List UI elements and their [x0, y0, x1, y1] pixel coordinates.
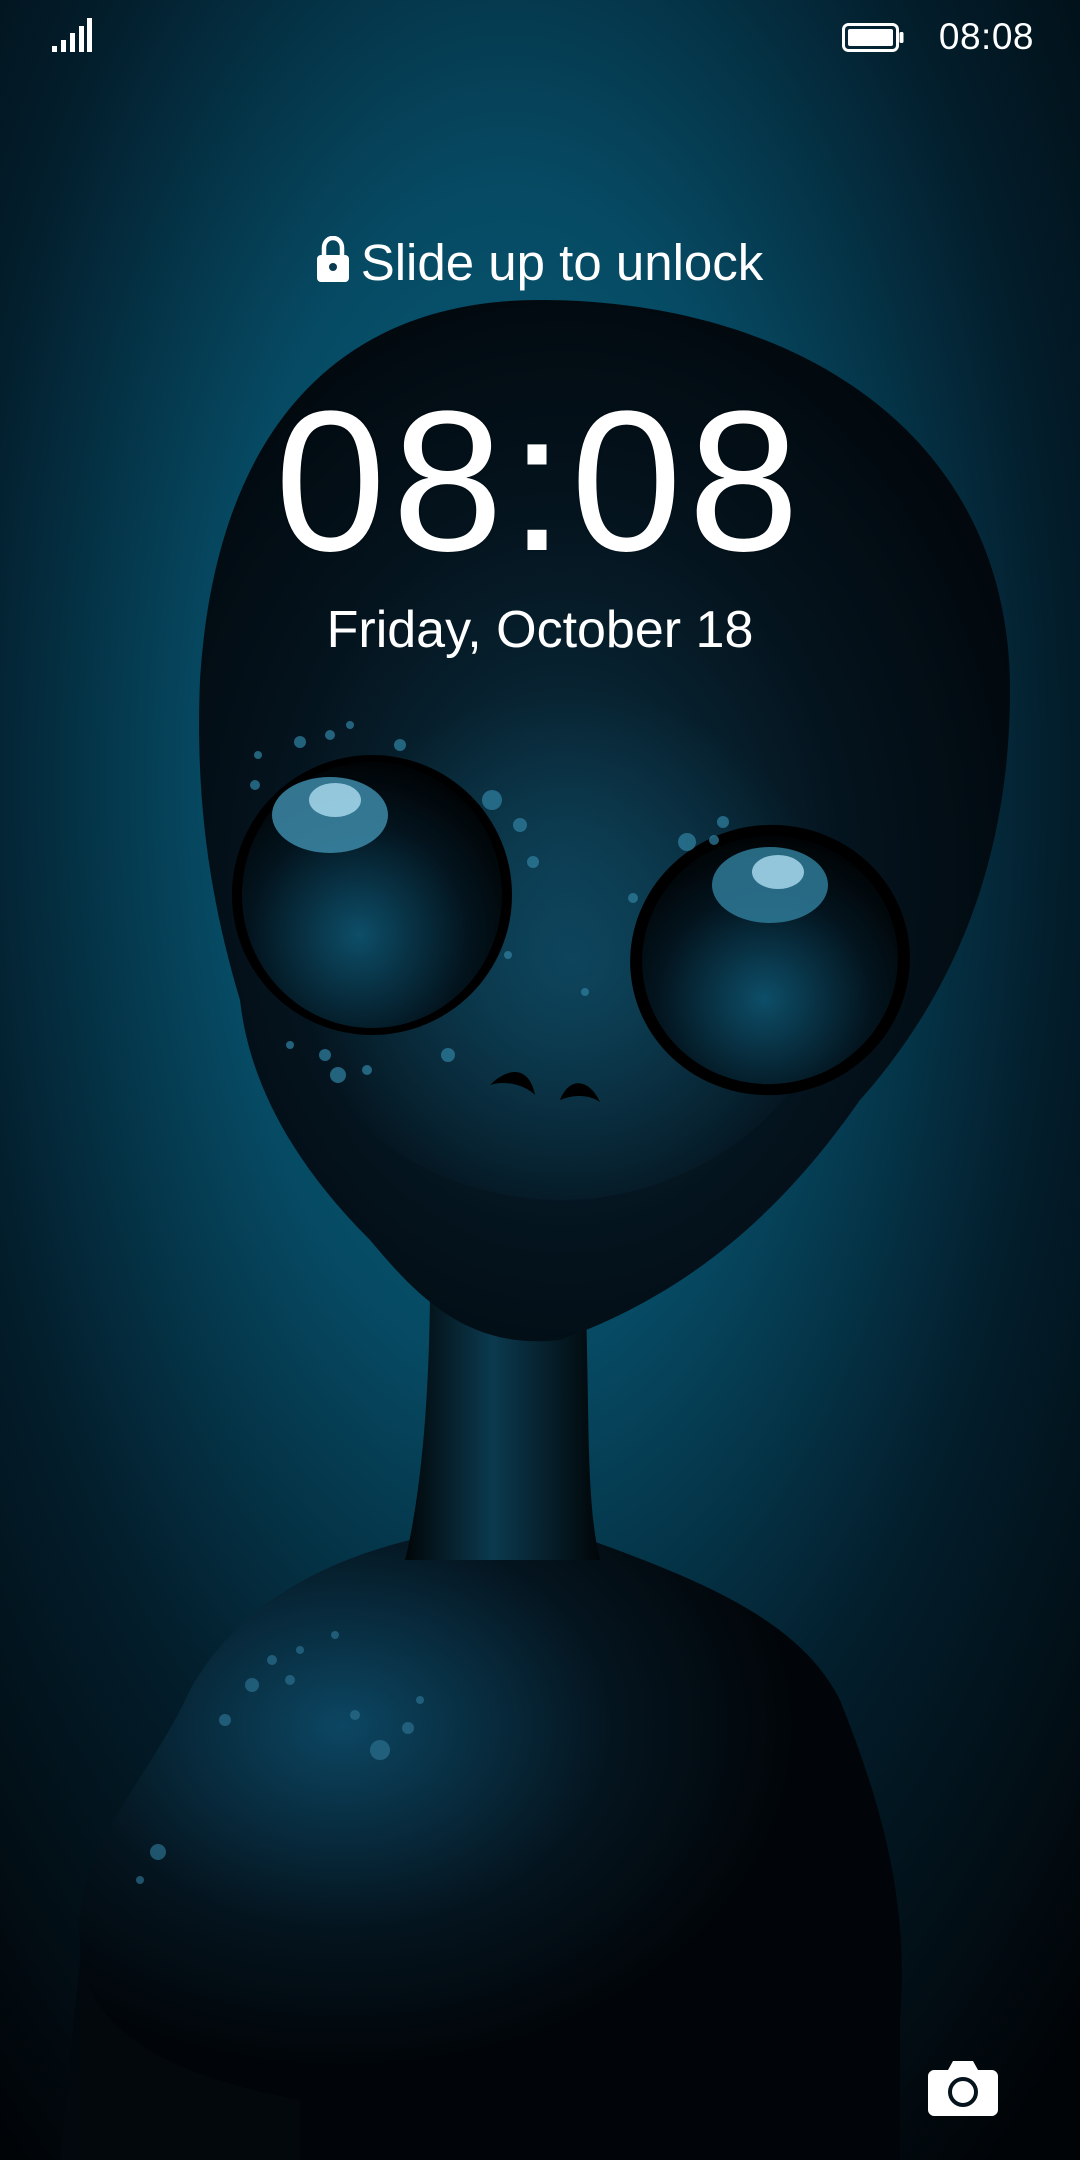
unlock-hint[interactable]: Slide up to unlock	[0, 232, 1080, 292]
lock-icon	[316, 236, 349, 282]
lock-screen-clock: 08:08	[274, 370, 806, 593]
status-bar-time: 08:08	[938, 16, 1034, 57]
status-bar: 08:08	[0, 0, 1080, 80]
battery-full-icon	[842, 23, 904, 52]
lock-screen-date: Friday, October 18	[326, 601, 754, 659]
alien-wallpaper	[0, 0, 1080, 2160]
camera-icon[interactable]	[928, 2058, 998, 2116]
unlock-hint-label: Slide up to unlock	[360, 233, 764, 291]
signal-bars-icon	[52, 18, 92, 52]
